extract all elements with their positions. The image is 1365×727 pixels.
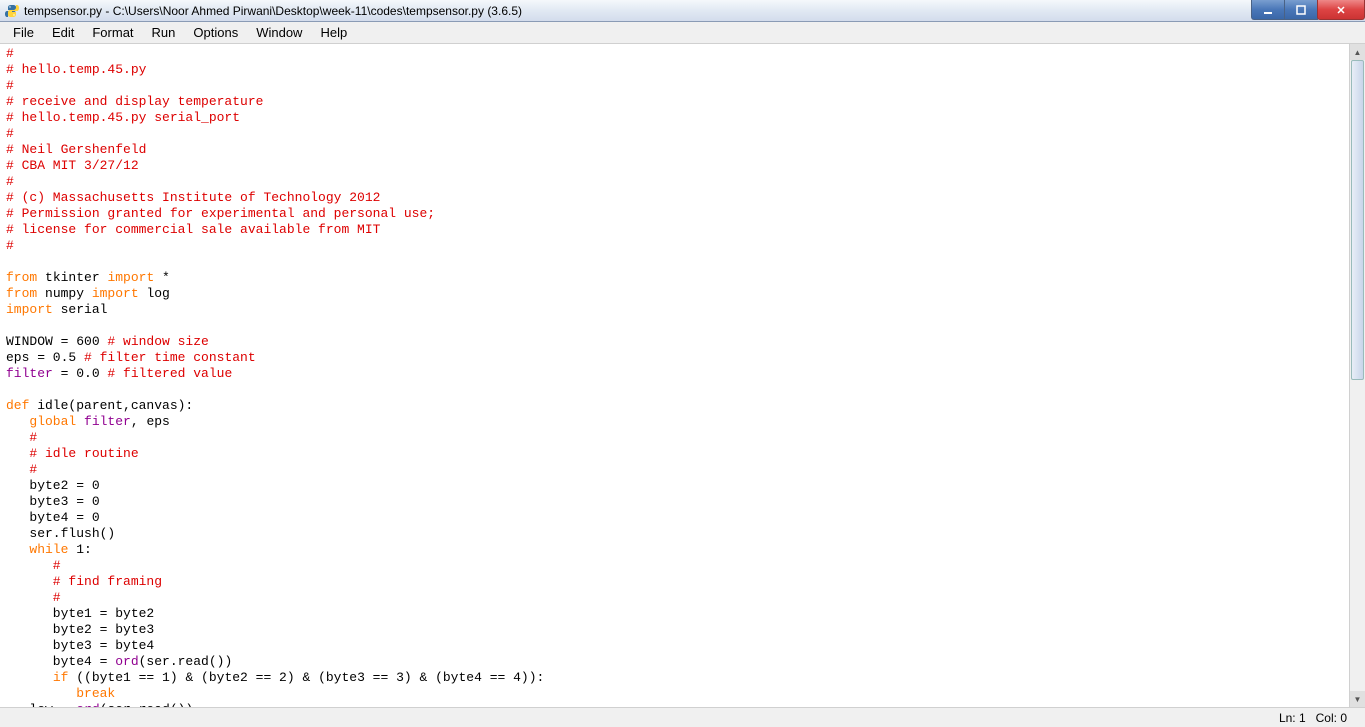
code-token: (ser.read()) <box>139 654 233 669</box>
code-line: # Neil Gershenfeld <box>6 142 146 157</box>
code-token: import <box>6 302 53 317</box>
python-idle-icon <box>4 3 20 19</box>
window-controls <box>1252 0 1365 20</box>
close-button[interactable] <box>1317 0 1365 20</box>
code-line: # (c) Massachusetts Institute of Technol… <box>6 190 380 205</box>
menu-file[interactable]: File <box>4 23 43 42</box>
code-token: eps = 0.5 <box>6 350 84 365</box>
code-token: import <box>92 286 139 301</box>
code-token: def <box>6 398 29 413</box>
window-titlebar: tempsensor.py - C:\Users\Noor Ahmed Pirw… <box>0 0 1365 22</box>
code-token: log <box>139 286 170 301</box>
minimize-button[interactable] <box>1251 0 1285 20</box>
scroll-track[interactable] <box>1350 60 1365 691</box>
code-line: # hello.temp.45.py serial_port <box>6 110 240 125</box>
code-line: # <box>6 430 37 445</box>
menu-window[interactable]: Window <box>247 23 311 42</box>
code-token: tkinter <box>37 270 107 285</box>
code-line: byte2 = 0 <box>6 478 100 493</box>
menu-run[interactable]: Run <box>143 23 185 42</box>
code-token: ord <box>115 654 138 669</box>
scroll-thumb[interactable] <box>1351 60 1364 380</box>
code-token: if <box>53 670 69 685</box>
code-token: # window size <box>107 334 208 349</box>
code-line: byte3 = 0 <box>6 494 100 509</box>
code-line: # <box>6 238 14 253</box>
code-token: # filtered value <box>107 366 232 381</box>
menu-help[interactable]: Help <box>311 23 356 42</box>
code-line: # license for commercial sale available … <box>6 222 380 237</box>
code-line: # Permission granted for experimental an… <box>6 206 435 221</box>
code-line: byte1 = byte2 <box>6 606 154 621</box>
menu-options[interactable]: Options <box>184 23 247 42</box>
code-token: 1: <box>68 542 91 557</box>
scroll-down-arrow-icon[interactable]: ▼ <box>1350 691 1365 707</box>
menu-bar: File Edit Format Run Options Window Help <box>0 22 1365 44</box>
menu-edit[interactable]: Edit <box>43 23 83 42</box>
code-token: break <box>76 686 115 701</box>
vertical-scrollbar[interactable]: ▲ ▼ <box>1349 44 1365 707</box>
code-token: = 0.0 <box>53 366 108 381</box>
code-line: # <box>6 558 61 573</box>
code-token: from <box>6 270 37 285</box>
code-line: # find framing <box>6 574 162 589</box>
window-title: tempsensor.py - C:\Users\Noor Ahmed Pirw… <box>24 4 522 18</box>
code-content[interactable]: # # hello.temp.45.py # # receive and dis… <box>0 44 1349 707</box>
code-line: # <box>6 46 14 61</box>
code-token: idle(parent,canvas): <box>29 398 193 413</box>
status-col-number: Col: 0 <box>1316 711 1347 725</box>
code-line: # CBA MIT 3/27/12 <box>6 158 139 173</box>
code-line: # <box>6 174 14 189</box>
code-token: byte4 = <box>6 654 115 669</box>
code-line: ser.flush() <box>6 526 115 541</box>
code-token: serial <box>53 302 108 317</box>
code-line: # receive and display temperature <box>6 94 263 109</box>
maximize-button[interactable] <box>1284 0 1318 20</box>
scroll-up-arrow-icon[interactable]: ▲ <box>1350 44 1365 60</box>
code-token: ((byte1 == 1) & (byte2 == 2) & (byte3 ==… <box>68 670 544 685</box>
code-line: byte3 = byte4 <box>6 638 154 653</box>
code-token: WINDOW = 600 <box>6 334 107 349</box>
menu-format[interactable]: Format <box>83 23 142 42</box>
code-line: byte2 = byte3 <box>6 622 154 637</box>
code-line: # <box>6 126 14 141</box>
editor-area[interactable]: # # hello.temp.45.py # # receive and dis… <box>0 44 1365 707</box>
code-token: numpy <box>37 286 92 301</box>
code-line: # hello.temp.45.py <box>6 62 146 77</box>
code-token: # filter time constant <box>84 350 256 365</box>
code-token <box>76 414 84 429</box>
code-token: filter <box>84 414 131 429</box>
code-line: # <box>6 590 61 605</box>
code-line: byte4 = 0 <box>6 510 100 525</box>
code-line: # idle routine <box>6 446 139 461</box>
code-line: # <box>6 78 14 93</box>
code-token: from <box>6 286 37 301</box>
code-token: import <box>107 270 154 285</box>
code-token: , eps <box>131 414 170 429</box>
status-bar: Ln: 1 Col: 0 <box>0 707 1365 727</box>
status-line-number: Ln: 1 <box>1279 711 1306 725</box>
code-token: global <box>29 414 76 429</box>
code-token: while <box>29 542 68 557</box>
code-token: filter <box>6 366 53 381</box>
code-token: * <box>154 270 170 285</box>
code-line: # <box>6 462 37 477</box>
